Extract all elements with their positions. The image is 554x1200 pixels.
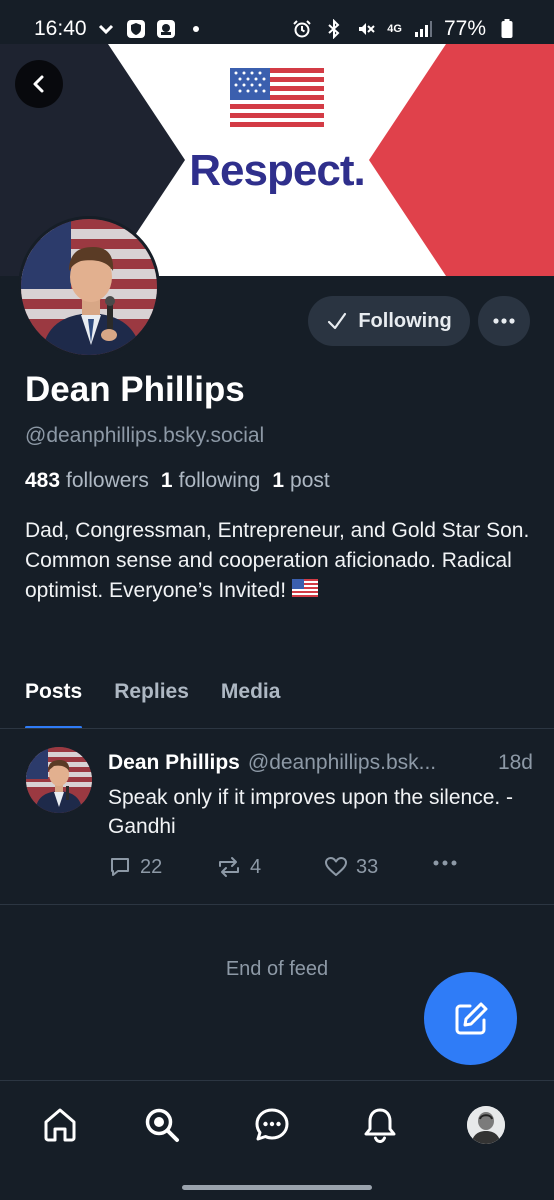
compose-button[interactable] — [424, 972, 517, 1065]
following-label: following — [178, 469, 261, 492]
following-button[interactable]: Following — [308, 296, 470, 346]
chevron-down-icon — [95, 18, 117, 40]
mute-icon — [355, 18, 377, 40]
posts-label: post — [290, 469, 330, 492]
profile-bio: Dad, Congressman, Entrepreneur, and Gold… — [25, 516, 535, 606]
network-label: 4G — [387, 23, 402, 35]
back-arrow-icon — [33, 75, 44, 93]
bottom-navigation — [0, 1080, 554, 1200]
followers-count: 483 — [25, 469, 61, 492]
nav-notifications[interactable] — [358, 1103, 402, 1147]
following-stat[interactable]: 1 following — [161, 469, 260, 493]
heart-icon — [325, 857, 347, 876]
reply-count: 22 — [140, 855, 163, 878]
nav-search[interactable] — [140, 1103, 184, 1147]
profile-handle: @deanphillips.bsky.social — [25, 424, 265, 447]
chat-icon — [255, 1108, 289, 1141]
following-button-label: Following — [358, 309, 452, 332]
followers-stat[interactable]: 483 followers — [25, 469, 149, 493]
post-more-button[interactable] — [432, 859, 458, 867]
battery-icon — [496, 18, 518, 40]
post-actions: 22 4 33 — [108, 855, 528, 883]
bluetooth-icon — [323, 18, 345, 40]
battery-percent: 77% — [443, 17, 486, 40]
profile-display-name: Dean Phillips — [25, 370, 245, 409]
repost-button[interactable]: 4 — [216, 855, 261, 879]
banner-slogan: Respect. — [189, 146, 365, 195]
home-icon — [44, 1108, 76, 1142]
following-count: 1 — [160, 469, 173, 492]
dot-icon — [185, 18, 207, 40]
feed-post[interactable]: Dean Phillips @deanphillips.bsk... 18d S… — [0, 729, 554, 905]
repost-icon — [219, 857, 239, 877]
repost-count: 4 — [250, 855, 262, 878]
tab-media[interactable]: Media — [221, 676, 281, 729]
flag-emoji-icon — [230, 68, 324, 128]
flag-emoji-icon — [291, 576, 318, 606]
ellipsis-icon — [493, 318, 515, 324]
alarm-icon — [291, 18, 313, 40]
tab-replies[interactable]: Replies — [114, 676, 189, 729]
like-count: 33 — [356, 855, 379, 878]
post-header: Dean Phillips @deanphillips.bsk... 18d — [108, 751, 533, 775]
app-notification-icon — [155, 18, 177, 40]
bell-icon — [364, 1108, 396, 1144]
post-timestamp: 18d — [497, 751, 533, 774]
status-time: 16:40 — [34, 17, 87, 40]
avatar — [467, 1106, 505, 1144]
reply-button[interactable]: 22 — [108, 855, 162, 879]
followers-label: followers — [66, 469, 149, 492]
bio-text: Dad, Congressman, Entrepreneur, and Gold… — [25, 519, 530, 602]
search-icon — [145, 1108, 179, 1142]
profile-tabs: Posts Replies Media — [0, 676, 554, 729]
shield-icon — [125, 18, 147, 40]
nav-profile[interactable] — [464, 1103, 508, 1147]
tab-posts[interactable]: Posts — [25, 676, 83, 729]
nav-home[interactable] — [38, 1103, 82, 1147]
nav-chat[interactable] — [250, 1103, 294, 1147]
profile-avatar[interactable] — [18, 216, 160, 358]
like-button[interactable]: 33 — [324, 855, 378, 879]
post-author-handle[interactable]: @deanphillips.bsk... — [248, 751, 436, 775]
gesture-bar — [182, 1185, 372, 1190]
posts-count: 1 — [272, 469, 285, 492]
compose-icon — [455, 1002, 487, 1034]
post-text: Speak only if it improves upon the silen… — [108, 786, 514, 838]
signal-icon — [412, 18, 434, 40]
post-author-avatar[interactable] — [26, 747, 92, 813]
back-button[interactable] — [15, 60, 63, 108]
ellipsis-icon — [433, 860, 457, 866]
posts-stat: 1 post — [272, 469, 329, 493]
post-author-name[interactable]: Dean Phillips — [108, 751, 240, 775]
check-icon — [328, 312, 347, 330]
more-options-button[interactable] — [478, 296, 530, 346]
reply-icon — [111, 858, 129, 876]
profile-stats: 483 followers 1 following 1 post — [25, 469, 330, 493]
divider — [0, 904, 554, 905]
